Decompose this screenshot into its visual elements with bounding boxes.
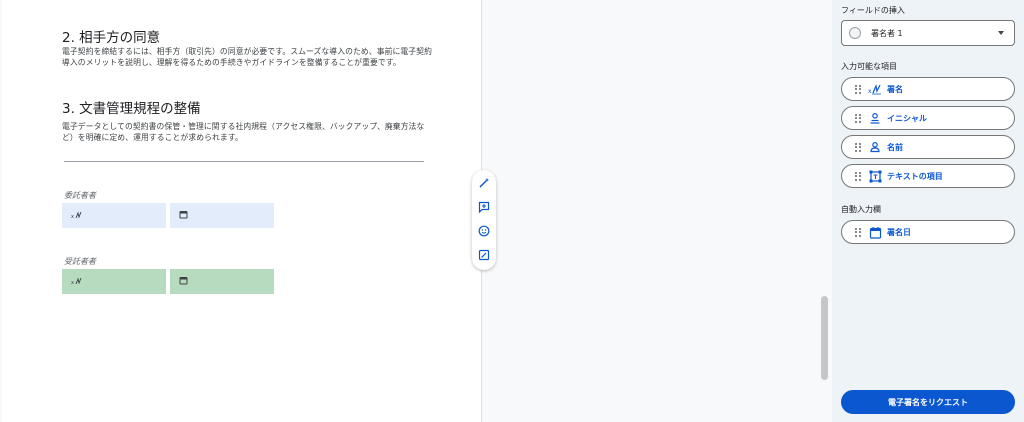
field-chip-label: 署名 xyxy=(887,84,903,94)
party-1-signature-field[interactable]: x xyxy=(62,203,166,228)
auto-fill-title: 自動入力欄 xyxy=(841,205,881,214)
field-chip-text[interactable]: テキストの項目 xyxy=(841,164,1015,188)
section-2-heading: 2. 相手方の同意 xyxy=(62,30,161,46)
party-2-label: 受託者者 xyxy=(64,257,96,266)
party-2-signature-field[interactable]: x xyxy=(62,269,166,294)
calendar-icon xyxy=(179,210,188,221)
vertical-scrollbar[interactable] xyxy=(821,296,828,380)
section-3-heading: 3. 文書管理規程の整備 xyxy=(62,101,201,117)
caret-down-icon xyxy=(998,31,1004,35)
drag-handle-icon[interactable] xyxy=(855,227,865,237)
request-signature-label: 電子署名をリクエスト xyxy=(888,397,968,407)
text-field-icon xyxy=(868,169,882,183)
field-chip-initials[interactable]: イニシャル xyxy=(841,106,1015,130)
party-1-date-field[interactable] xyxy=(170,203,274,228)
field-chip-signature[interactable]: x 署名 xyxy=(841,77,1015,101)
emoji-icon[interactable] xyxy=(476,223,492,239)
person-icon xyxy=(868,140,882,154)
field-chip-label: 署名日 xyxy=(887,227,911,237)
field-chip-label: 名前 xyxy=(887,142,903,152)
svg-text:x: x xyxy=(71,214,74,220)
party-2-date-field[interactable] xyxy=(170,269,274,294)
svg-text:x: x xyxy=(71,280,74,286)
drag-handle-icon[interactable] xyxy=(855,171,865,181)
add-comment-icon[interactable] xyxy=(476,199,492,215)
initials-icon xyxy=(868,111,882,125)
request-signature-button[interactable]: 電子署名をリクエスト xyxy=(841,390,1015,414)
document-area: 2. 相手方の同意 電子契約を締結するには、相手方（取引先）の同意が必要です。ス… xyxy=(0,0,832,422)
drag-handle-icon[interactable] xyxy=(855,84,865,94)
field-chip-label: テキストの項目 xyxy=(887,171,943,181)
section-3-body: 電子データとしての契約書の保管・管理に関する社内規程（アクセス権限、バックアップ… xyxy=(62,122,425,142)
signature-icon: x xyxy=(71,276,83,288)
drag-handle-icon[interactable] xyxy=(855,142,865,152)
field-chip-sign-date[interactable]: 署名日 xyxy=(841,220,1015,244)
signer-name: 署名者 1 xyxy=(871,28,903,38)
fields-panel: フィールドの挿入 署名者 1 入力可能な項目 x 署名 イニシャル 名前 テキス… xyxy=(832,0,1024,422)
insert-fields-title: フィールドの挿入 xyxy=(841,6,905,15)
svg-text:x: x xyxy=(868,88,872,95)
magic-edit-icon[interactable] xyxy=(476,175,492,191)
field-chip-label: イニシャル xyxy=(887,113,927,123)
drag-handle-icon[interactable] xyxy=(855,113,865,123)
suggest-edit-icon[interactable] xyxy=(476,247,492,263)
available-items-title: 入力可能な項目 xyxy=(841,62,897,71)
signature-icon: x xyxy=(868,82,882,96)
field-chip-name[interactable]: 名前 xyxy=(841,135,1015,159)
floating-toolbar xyxy=(472,170,496,270)
signature-icon: x xyxy=(71,210,83,222)
calendar-icon xyxy=(179,276,188,287)
calendar-icon xyxy=(868,225,882,239)
signer-dropdown[interactable]: 署名者 1 xyxy=(841,20,1015,46)
section-2-body: 電子契約を締結するには、相手方（取引先）の同意が必要です。スムーズな導入のため、… xyxy=(62,47,432,67)
divider xyxy=(64,161,424,162)
party-1-label: 委託者者 xyxy=(64,191,96,200)
signer-avatar xyxy=(849,27,861,39)
document-page: 2. 相手方の同意 電子契約を締結するには、相手方（取引先）の同意が必要です。ス… xyxy=(2,0,482,422)
